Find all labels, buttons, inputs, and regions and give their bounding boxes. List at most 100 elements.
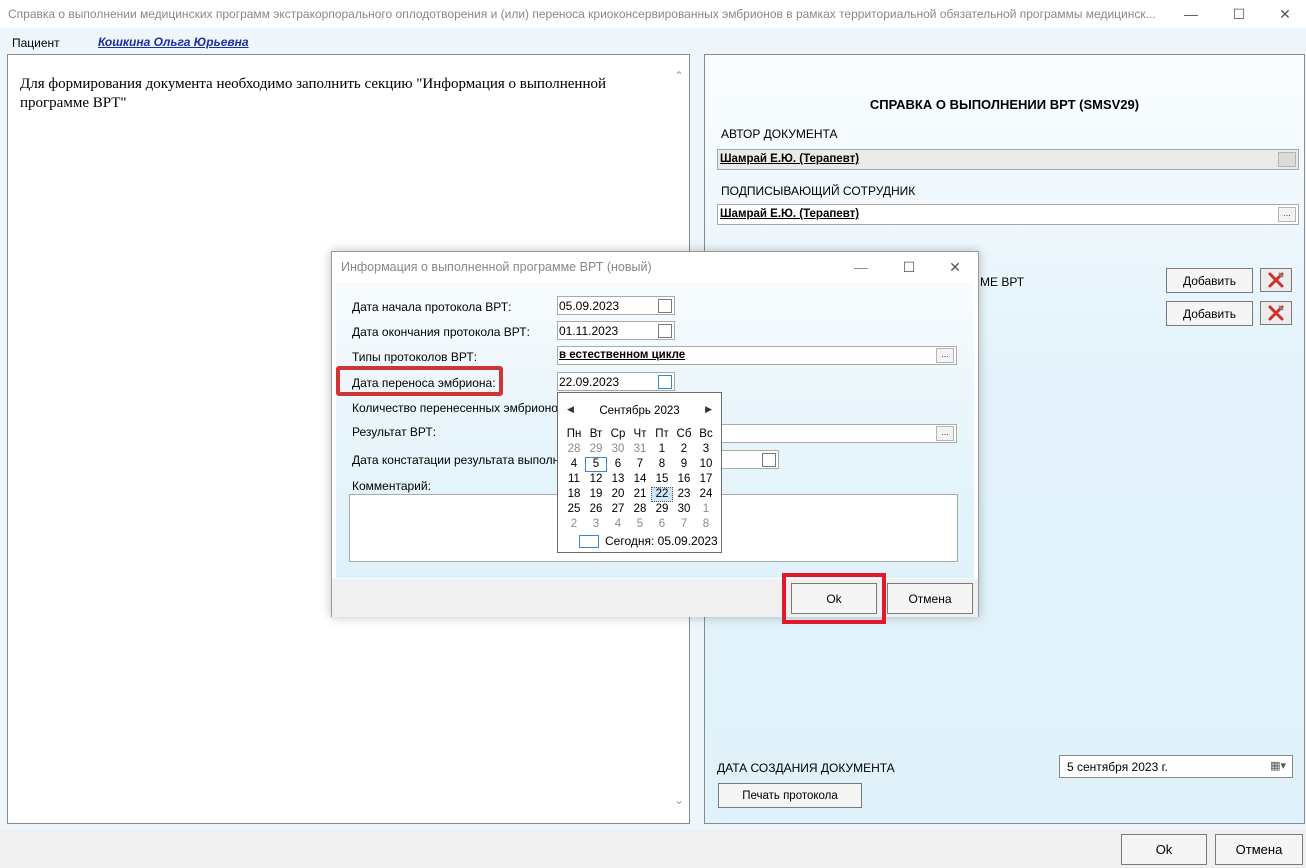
calendar-day[interactable]: 9: [673, 457, 695, 472]
calendar-today-link[interactable]: Сегодня: 05.09.2023: [579, 534, 718, 548]
today-label: Сегодня: 05.09.2023: [605, 534, 718, 548]
calendar-day[interactable]: 5: [629, 517, 651, 532]
add-button-1[interactable]: Добавить: [1166, 268, 1253, 293]
bottom-bar: Ok Отмена: [0, 830, 1306, 868]
calendar-day[interactable]: 11: [563, 472, 585, 487]
section-label: МЕ ВРТ: [980, 275, 1025, 289]
end-date-value: 01.11.2023: [559, 324, 619, 338]
calendar-day[interactable]: 10: [695, 457, 717, 472]
calendar-day[interactable]: 18: [563, 487, 585, 502]
start-date-picker-icon[interactable]: [658, 299, 672, 313]
calendar-day[interactable]: 7: [673, 517, 695, 532]
calendar-day[interactable]: 20: [607, 487, 629, 502]
created-date-picker[interactable]: 5 сентября 2023 г. ▦▾: [1059, 755, 1293, 778]
protocol-types-field[interactable]: в естественном цикле ...: [557, 346, 957, 365]
end-date-picker-icon[interactable]: [658, 324, 672, 338]
calendar-day[interactable]: 30: [607, 442, 629, 457]
main-ok-button[interactable]: Ok: [1121, 834, 1207, 865]
calendar-day[interactable]: 19: [585, 487, 607, 502]
result-date-picker-icon[interactable]: [762, 453, 776, 467]
calendar-day[interactable]: 21: [629, 487, 651, 502]
calendar-day[interactable]: 24: [695, 487, 717, 502]
calendar-day[interactable]: 7: [629, 457, 651, 472]
today-swatch-icon: [579, 534, 599, 548]
add-button-2[interactable]: Добавить: [1166, 301, 1253, 326]
calendar-day[interactable]: 1: [651, 442, 673, 457]
calendar-day-selected[interactable]: 22: [651, 487, 673, 502]
calendar-day[interactable]: 8: [695, 517, 717, 532]
result-field[interactable]: ...: [716, 424, 957, 443]
calendar-day[interactable]: 2: [673, 442, 695, 457]
calendar-dropdown-icon[interactable]: ▦▾: [1270, 759, 1286, 772]
weekday-header: Сб: [676, 428, 692, 440]
weekday-header: Вс: [699, 428, 713, 440]
calendar-day[interactable]: 8: [651, 457, 673, 472]
calendar-day[interactable]: 16: [673, 472, 695, 487]
end-date-field[interactable]: 01.11.2023: [557, 321, 675, 340]
calendar-day[interactable]: 6: [651, 517, 673, 532]
calendar-day[interactable]: 17: [695, 472, 717, 487]
calendar-day[interactable]: 2: [563, 517, 585, 532]
document-title: СПРАВКА О ВЫПОЛНЕНИИ ВРТ (SMSV29): [869, 97, 1140, 112]
weekday-header: Пт: [655, 428, 669, 440]
calendar-day[interactable]: 29: [585, 442, 607, 457]
calendar-day[interactable]: 1: [695, 502, 717, 517]
scroll-up-icon[interactable]: ⌃: [671, 69, 687, 85]
calendar-day[interactable]: 13: [607, 472, 629, 487]
start-date-value: 05.09.2023: [559, 299, 620, 313]
result-ellipsis-button[interactable]: ...: [936, 426, 954, 441]
calendar-day[interactable]: 31: [629, 442, 651, 457]
calendar-day-today[interactable]: 5: [585, 457, 607, 472]
next-month-icon[interactable]: ▶: [705, 404, 712, 415]
calendar-day[interactable]: 15: [651, 472, 673, 487]
calendar-day[interactable]: 29: [651, 502, 673, 517]
calendar-day[interactable]: 14: [629, 472, 651, 487]
transfer-date-value: 22.09.2023: [559, 375, 620, 389]
dialog-cancel-button[interactable]: Отмена: [887, 583, 973, 614]
start-date-field[interactable]: 05.09.2023: [557, 296, 675, 315]
calendar-day[interactable]: 23: [673, 487, 695, 502]
protocol-types-label: Типы протоколов ВРТ:: [352, 350, 478, 364]
calendar-day[interactable]: 4: [563, 457, 585, 472]
delete-icon-2[interactable]: [1260, 301, 1292, 325]
calendar-day[interactable]: 3: [695, 442, 717, 457]
close-icon[interactable]: ✕: [1262, 0, 1306, 28]
calendar-day[interactable]: 30: [673, 502, 695, 517]
scroll-down-icon[interactable]: ⌄: [671, 793, 687, 809]
author-label: АВТОР ДОКУМЕНТА: [721, 127, 838, 141]
transfer-date-picker-icon[interactable]: [658, 375, 672, 389]
transfer-date-field[interactable]: 22.09.2023: [557, 372, 675, 391]
calendar-day[interactable]: 6: [607, 457, 629, 472]
signer-field[interactable]: Шамрай Е.Ю. (Терапевт) ...: [717, 204, 1299, 225]
author-field: Шамрай Е.Ю. (Терапевт): [717, 149, 1299, 170]
result-date-field[interactable]: [716, 450, 779, 469]
author-ellipsis-button: [1278, 152, 1296, 167]
result-date-label: Дата констатации результата выполне: [352, 453, 566, 467]
calendar-day[interactable]: 26: [585, 502, 607, 517]
signer-ellipsis-button[interactable]: ...: [1278, 207, 1296, 222]
author-value: Шамрай Е.Ю. (Терапевт): [720, 153, 860, 165]
calendar-day[interactable]: 25: [563, 502, 585, 517]
calendar-day[interactable]: 12: [585, 472, 607, 487]
calendar-day[interactable]: 28: [629, 502, 651, 517]
minimize-icon[interactable]: —: [1168, 0, 1214, 28]
protocol-types-ellipsis-button[interactable]: ...: [936, 348, 954, 363]
info-message: Для формирования документа необходимо за…: [20, 76, 607, 111]
delete-icon-1[interactable]: [1260, 268, 1292, 292]
print-protocol-button[interactable]: Печать протокола: [718, 783, 862, 808]
calendar-day[interactable]: 28: [563, 442, 585, 457]
result-label: Результат ВРТ:: [352, 425, 437, 439]
window-titlebar: Справка о выполнении медицинских програм…: [0, 0, 1306, 28]
weekday-header: Пн: [566, 428, 582, 440]
dialog-minimize-icon[interactable]: —: [838, 252, 884, 282]
calendar-month: Сентябрь 2023: [599, 405, 680, 417]
dialog-close-icon[interactable]: ✕: [932, 252, 978, 282]
calendar-day[interactable]: 3: [585, 517, 607, 532]
dialog-maximize-icon[interactable]: ☐: [886, 252, 932, 282]
maximize-icon[interactable]: ☐: [1216, 0, 1262, 28]
patient-name-link[interactable]: Кошкина Ольга Юрьевна: [98, 35, 249, 49]
calendar-popup: ◀ Сентябрь 2023 ▶ Пн Вт Ср Чт Пт Сб Вс 28 29 30 31…: [557, 392, 722, 553]
calendar-day[interactable]: 27: [607, 502, 629, 517]
calendar-day[interactable]: 4: [607, 517, 629, 532]
main-cancel-button[interactable]: Отмена: [1215, 834, 1303, 865]
